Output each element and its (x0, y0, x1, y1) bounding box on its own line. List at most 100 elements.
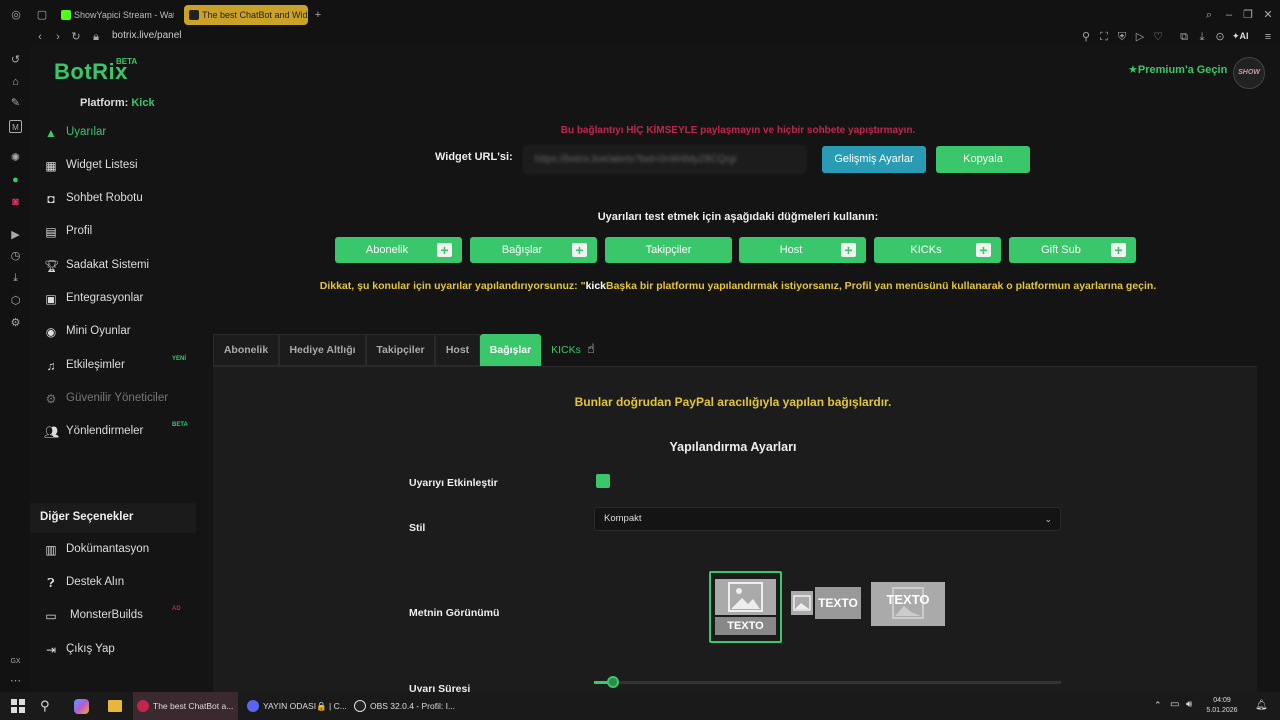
extensions-rail-icon[interactable]: ⬡ (9, 295, 22, 308)
test-button-takipciler[interactable]: Takipçiler (605, 237, 732, 263)
downloads-icon[interactable]: ⤓ (9, 272, 22, 285)
network-icon[interactable]: ▭ (1170, 699, 1179, 710)
search-icon[interactable]: ⌕ (1203, 9, 1215, 21)
text-view-option-overlay[interactable]: TEXTO (871, 582, 945, 626)
gx-mail-icon[interactable]: M (9, 120, 22, 133)
advanced-settings-button[interactable]: Gelişmiş Ayarlar (822, 146, 926, 173)
laptop-icon: ▭ (45, 609, 57, 623)
taskbar-app-obs[interactable]: OBS 32.0.4 - Profil: I... (350, 692, 455, 720)
search-icon[interactable]: ⚲ (40, 698, 50, 714)
style-select[interactable]: Kompakt ⌄ (594, 507, 1061, 531)
test-hint: Uyarıları test etmek için aşağıdaki düğm… (597, 211, 879, 223)
help-icon: ❓︎ (47, 576, 55, 590)
sidebar-item-sohbet-robotu[interactable]: ◘ Sohbet Robotu (30, 185, 196, 213)
test-button-bagislar[interactable]: Bağışlar + (470, 237, 597, 263)
taskbar-app-browser[interactable]: The best ChatBot a... (133, 692, 238, 720)
menu-icon[interactable]: ≡ (1262, 31, 1274, 43)
tab-abonelik[interactable]: Abonelik (213, 334, 279, 366)
copy-button[interactable]: Kopyala (936, 146, 1030, 173)
sidebar-item-cikis-yap[interactable]: ⇥ Çıkış Yap (30, 636, 196, 664)
notification-icon[interactable]: 🔔︎ (1255, 700, 1268, 711)
tab-host[interactable]: Host (435, 334, 480, 366)
clock[interactable]: 04:09 5.01.2026 (1200, 696, 1244, 716)
minimize-icon[interactable]: – (1223, 9, 1235, 21)
history-icon[interactable]: ↺ (9, 54, 22, 67)
opera-gx-menu-icon[interactable]: ◎ (10, 9, 22, 21)
close-icon[interactable]: ✕ (1262, 9, 1274, 21)
browser-tab-kick[interactable]: ShowYapici Stream - Watc (56, 5, 174, 25)
test-button-label: Host (779, 244, 803, 256)
browser-tab-label: The best ChatBot and Wid (202, 10, 308, 20)
test-button-kicks[interactable]: KICKs + (874, 237, 1001, 263)
sidebar-item-etkilesimler[interactable]: ♫ Etkileşimler YENİ (30, 352, 196, 380)
pin-icon[interactable]: ⚲ (1080, 31, 1092, 43)
sidebar-item-widget-listesi[interactable]: ▦ Widget Listesi (30, 152, 196, 180)
enable-alert-label: Uyarıyı Etkinleştir (409, 477, 498, 489)
sidebar-item-guvenilir-yoneticiler[interactable]: ⚙ Güvenilir Yöneticiler (30, 385, 196, 413)
download-icon[interactable]: ⤓ (1196, 31, 1208, 43)
sidebar-item-destek-alin[interactable]: ❓︎ Destek Alın (30, 569, 196, 597)
taskbar-app-discord[interactable]: YAYIN ODASI🔒 | C... (243, 692, 348, 720)
clock-icon[interactable]: ◷ (9, 250, 22, 263)
notice-prefix: Dikkat, şu konular için uyarılar yapılan… (319, 280, 586, 292)
other-options-title: Diğer Seçenekler (40, 511, 134, 523)
url-field[interactable]: botrix.live/panel (112, 30, 181, 41)
gx-store-icon[interactable]: ⌂ (9, 76, 22, 89)
enable-alert-checkbox[interactable] (596, 474, 610, 488)
sidebar-item-mini-oyunlar[interactable]: ◉ Mini Oyunlar (30, 318, 196, 346)
text-view-option-inline[interactable]: TEXTO (789, 585, 863, 621)
sidebar-item-profil[interactable]: ▤ Profil (30, 218, 196, 246)
shield-icon[interactable]: ⛨ (1116, 31, 1128, 43)
play-icon[interactable]: ▷ (1134, 31, 1146, 43)
premium-link[interactable]: ★Premium'a Geçin (1128, 63, 1227, 76)
new-tab-icon[interactable]: + (312, 9, 324, 21)
sidebar-item-uyarilar[interactable]: ▲ Uyarılar (30, 119, 196, 147)
instagram-icon[interactable]: ◙ (9, 196, 22, 209)
copilot-icon[interactable] (74, 699, 89, 714)
chevron-up-icon[interactable]: ⌃ (1154, 700, 1162, 711)
pencil-icon[interactable]: ✎ (9, 97, 22, 110)
test-button-abonelik[interactable]: Abonelik + (335, 237, 462, 263)
forward-icon[interactable]: › (52, 31, 64, 43)
taskbar-app-label: YAYIN ODASI🔒 | C... (263, 701, 347, 711)
snapshot-icon[interactable]: ⛶ (1098, 31, 1110, 43)
premium-label: Premium'a Geçin (1137, 64, 1228, 76)
reload-icon[interactable]: ↻ (70, 31, 82, 43)
sidebar-item-entegrasyonlar[interactable]: ▣ Entegrasyonlar (30, 285, 196, 313)
ai-button[interactable]: ✦AI (1232, 31, 1249, 42)
tab-kicks[interactable]: KICKs (541, 334, 591, 366)
tab-overview-icon[interactable]: ▢ (36, 9, 48, 21)
file-explorer-icon[interactable] (108, 700, 122, 712)
duration-label: Uyarı Süresi (409, 683, 471, 692)
camera-icon[interactable]: ⊙ (1214, 31, 1226, 43)
back-icon[interactable]: ‹ (34, 31, 46, 43)
sidebar-item-label: Sohbet Robotu (66, 192, 143, 204)
browser-tab-botrix[interactable]: The best ChatBot and Wid (184, 5, 308, 25)
test-button-host[interactable]: Host + (739, 237, 866, 263)
sidebar-item-sadakat-sistemi[interactable]: 🏆︎ Sadakat Sistemi (30, 252, 196, 280)
text-view-option-stacked[interactable]: TEXTO (709, 571, 782, 643)
chatgpt-icon[interactable]: ✺ (9, 152, 22, 165)
more-icon[interactable]: ⋯ (9, 675, 22, 688)
sidebar-item-yonlendirmeler[interactable]: 👥︎ Yönlendirmeler BETA (30, 418, 196, 446)
tab-takipciler[interactable]: Takipçiler (366, 334, 435, 366)
windows-start-icon[interactable] (11, 699, 25, 713)
player-icon[interactable]: ▶ (9, 229, 22, 242)
whatsapp-icon[interactable]: ● (9, 174, 22, 187)
extensions-icon[interactable]: ⧉ (1178, 31, 1190, 43)
sidebar-item-dokumantasyon[interactable]: ▥ Dokümantasyon (30, 536, 196, 564)
avatar[interactable]: SHOW (1233, 57, 1265, 89)
widget-url-field[interactable]: https://botrix.live/alerts?bid=0nW4MyZ8C… (524, 146, 806, 173)
heart-icon[interactable]: ♡ (1152, 31, 1164, 43)
restore-icon[interactable]: ❐ (1242, 9, 1254, 21)
settings-icon[interactable]: ⚙ (9, 317, 22, 330)
duration-slider-track[interactable] (594, 681, 1061, 684)
tab-hediye-altligi[interactable]: Hediye Altlığı (279, 334, 366, 366)
robot-icon: ◘ (47, 192, 55, 206)
text-preview-label: TEXTO (815, 587, 861, 619)
test-button-gift-sub[interactable]: Gift Sub + (1009, 237, 1136, 263)
volume-icon[interactable]: 🔊︎ (1186, 699, 1192, 710)
duration-slider-thumb[interactable] (606, 676, 619, 688)
tab-bagislar[interactable]: Bağışlar (480, 334, 541, 366)
sidebar-item-monsterbuilds[interactable]: ▭ MonsterBuilds AD (30, 602, 196, 630)
